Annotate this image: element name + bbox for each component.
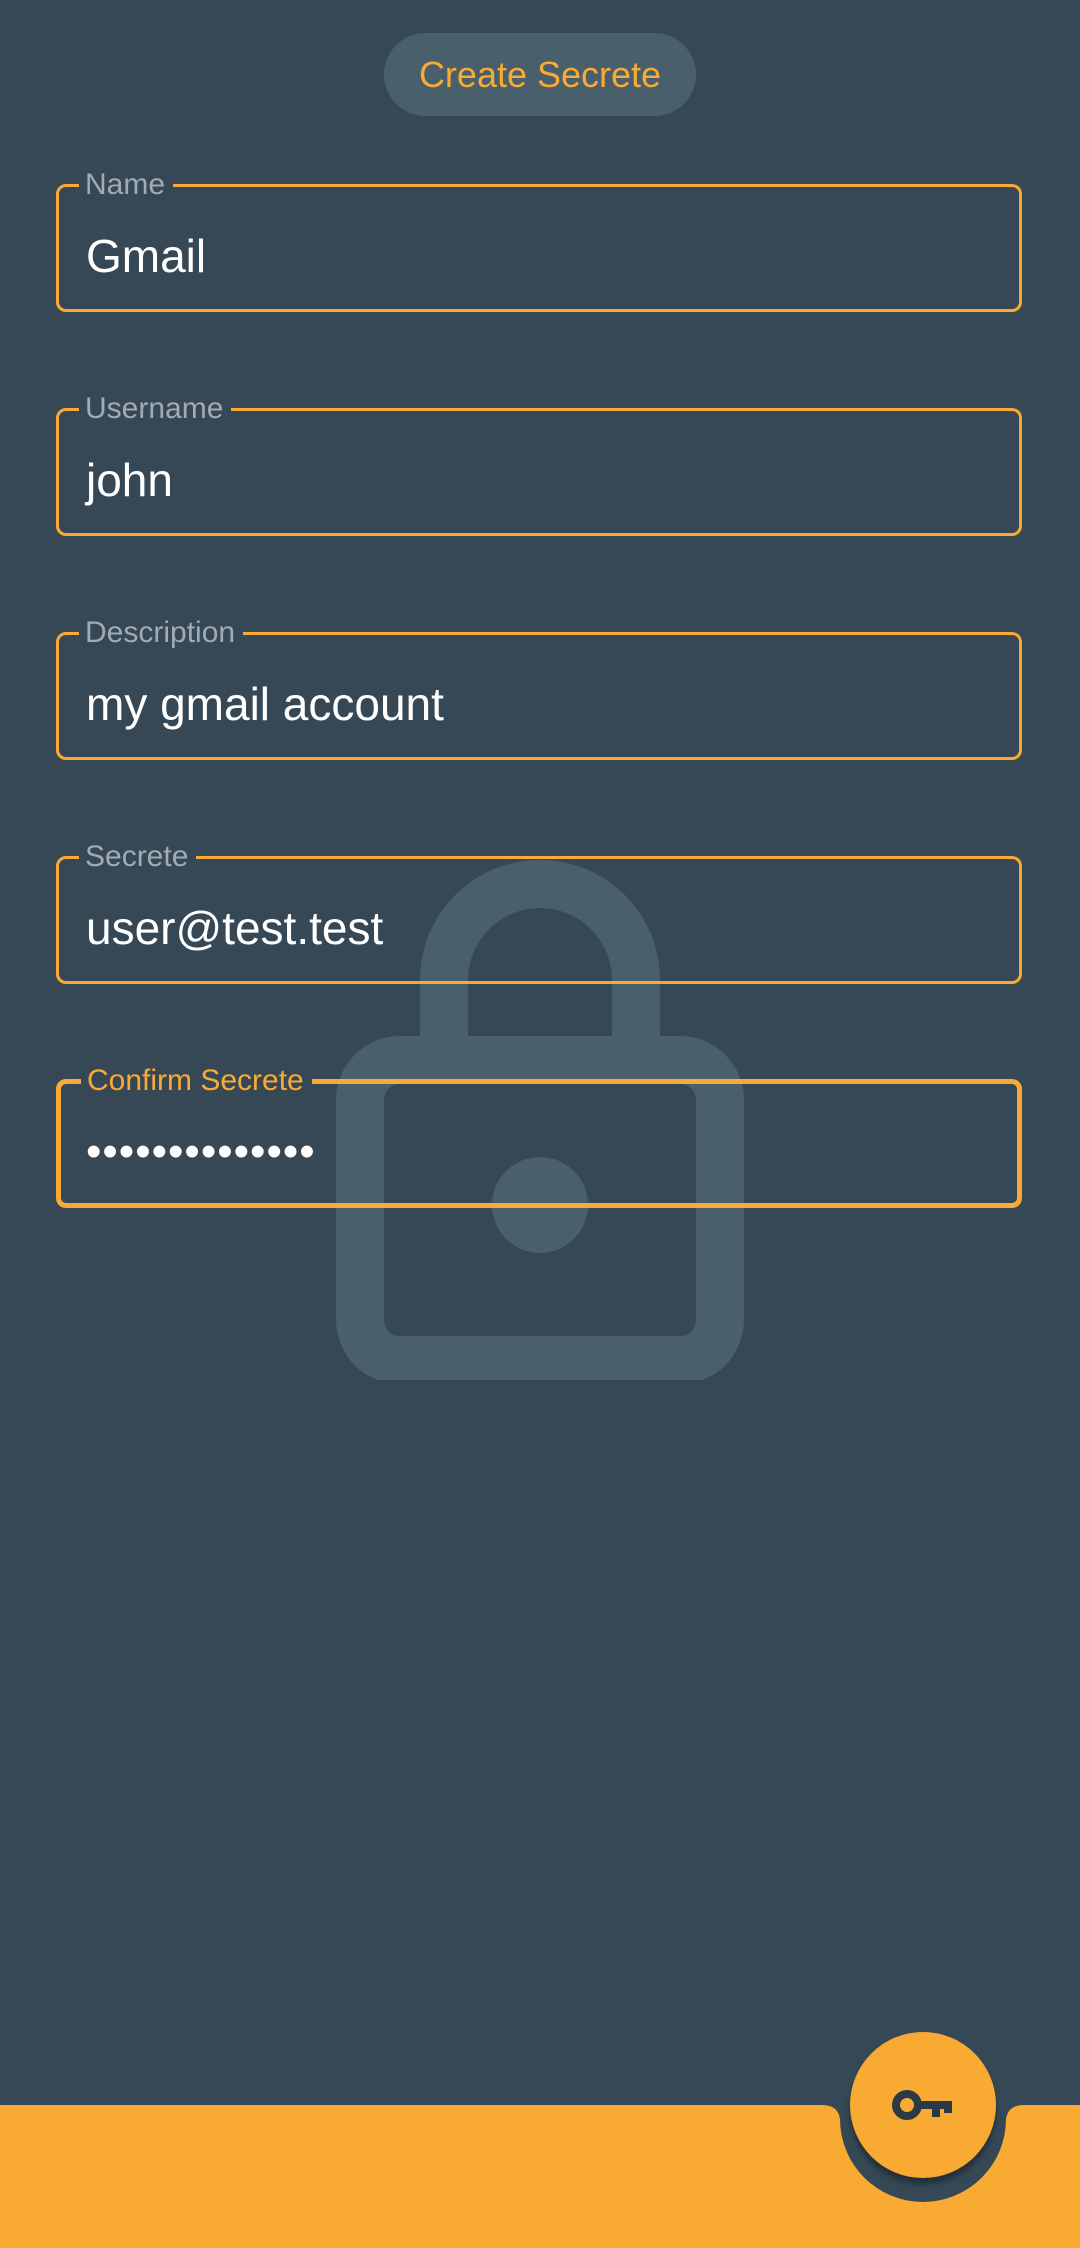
confirm-secrete-field-value[interactable]: •••••••••••••• (86, 1112, 992, 1192)
secrete-field[interactable]: Secrete user@test.test (56, 842, 1022, 984)
description-field[interactable]: Description my gmail account (56, 618, 1022, 760)
name-field-label: Name (85, 168, 166, 201)
description-field-label: Description (85, 616, 236, 649)
description-field-value[interactable]: my gmail account (86, 664, 992, 744)
name-field-value[interactable]: Gmail (86, 216, 992, 296)
key-icon (892, 2090, 952, 2120)
username-field[interactable]: Username john (56, 394, 1022, 536)
confirm-secrete-field[interactable]: Confirm Secrete •••••••••••••• (56, 1066, 1022, 1208)
key-fab-button[interactable] (850, 2032, 996, 2178)
name-field[interactable]: Name Gmail (56, 170, 1022, 312)
page-title[interactable]: Create Secrete (384, 33, 696, 116)
username-field-label: Username (85, 392, 224, 425)
secrete-field-label: Secrete (85, 840, 189, 873)
secrete-field-value[interactable]: user@test.test (86, 888, 992, 968)
confirm-secrete-field-label: Confirm Secrete (87, 1064, 304, 1097)
username-field-value[interactable]: john (86, 440, 992, 520)
create-secrete-screen: Create Secrete Name Gmail Username john … (0, 0, 1080, 2248)
